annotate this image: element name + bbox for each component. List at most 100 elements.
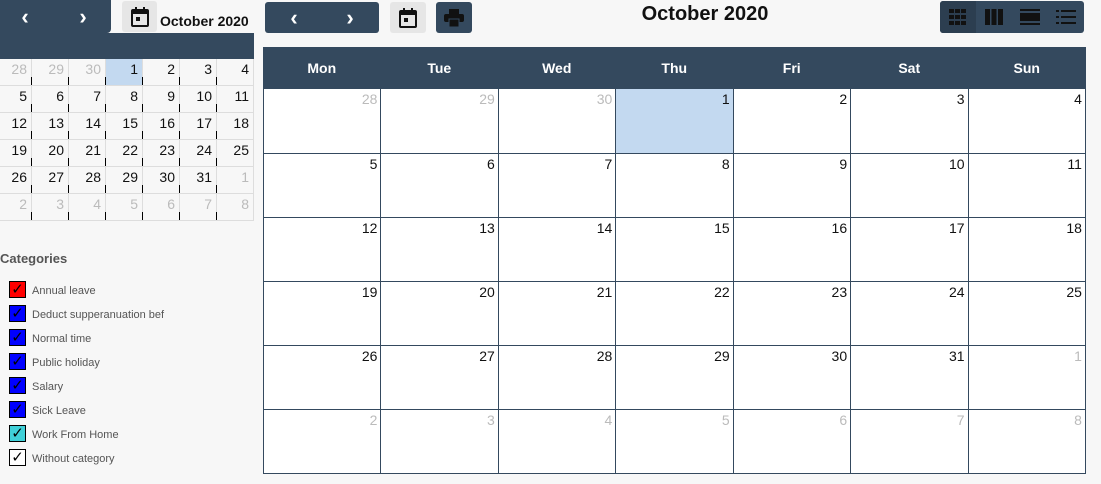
mini-day-cell[interactable]: 1	[105, 59, 143, 86]
day-cell[interactable]: 30	[499, 89, 617, 153]
day-cell[interactable]: 31	[851, 346, 969, 409]
day-cell[interactable]: 18	[969, 218, 1086, 281]
prev-month-button[interactable]: ‹	[279, 6, 309, 30]
day-cell[interactable]: 1	[616, 89, 734, 153]
mini-day-cell[interactable]: 30	[68, 59, 106, 86]
day-cell[interactable]: 5	[616, 410, 734, 473]
month-view-button[interactable]	[940, 1, 976, 33]
category-item[interactable]: ✓ Normal time	[9, 326, 91, 346]
mini-day-cell[interactable]: 14	[68, 113, 106, 140]
day-cell[interactable]: 23	[734, 282, 852, 345]
day-cell[interactable]: 26	[264, 346, 382, 409]
mini-today-button[interactable]	[122, 1, 157, 32]
mini-day-cell[interactable]: 24	[179, 140, 217, 167]
category-item[interactable]: ✓ Deduct supperanuation bef	[9, 302, 164, 322]
mini-day-cell[interactable]: 11	[216, 86, 254, 113]
day-cell[interactable]: 20	[381, 282, 499, 345]
day-cell[interactable]: 2	[264, 410, 382, 473]
day-cell[interactable]: 29	[616, 346, 734, 409]
mini-prev-month-button[interactable]: ‹	[10, 5, 40, 29]
day-cell[interactable]: 30	[734, 346, 852, 409]
mini-day-cell[interactable]: 17	[179, 113, 217, 140]
category-checkbox[interactable]: ✓	[9, 401, 26, 418]
mini-day-cell[interactable]: 26	[0, 167, 32, 194]
day-cell[interactable]: 24	[851, 282, 969, 345]
category-checkbox[interactable]: ✓	[9, 281, 26, 298]
next-month-button[interactable]: ›	[335, 6, 365, 30]
day-cell[interactable]: 4	[969, 89, 1086, 153]
mini-day-cell[interactable]: 6	[142, 194, 180, 221]
category-checkbox[interactable]: ✓	[9, 329, 26, 346]
mini-day-cell[interactable]: 2	[142, 59, 180, 86]
mini-day-cell[interactable]: 3	[179, 59, 217, 86]
mini-day-cell[interactable]: 29	[105, 167, 143, 194]
mini-day-cell[interactable]: 10	[179, 86, 217, 113]
day-cell[interactable]: 29	[381, 89, 499, 153]
mini-day-cell[interactable]: 7	[179, 194, 217, 221]
category-item[interactable]: ✓ Work From Home	[9, 422, 119, 442]
day-cell[interactable]: 19	[264, 282, 382, 345]
mini-day-cell[interactable]: 18	[216, 113, 254, 140]
mini-day-cell[interactable]: 1	[216, 167, 254, 194]
day-cell[interactable]: 11	[969, 154, 1086, 217]
mini-day-cell[interactable]: 6	[31, 86, 69, 113]
day-cell[interactable]: 6	[734, 410, 852, 473]
mini-day-cell[interactable]: 19	[0, 140, 32, 167]
category-item[interactable]: ✓ Without category	[9, 446, 115, 466]
mini-day-cell[interactable]: 8	[105, 86, 143, 113]
mini-day-cell[interactable]: 3	[31, 194, 69, 221]
day-cell[interactable]: 8	[969, 410, 1086, 473]
mini-day-cell[interactable]: 20	[31, 140, 69, 167]
mini-day-cell[interactable]: 30	[142, 167, 180, 194]
mini-day-cell[interactable]: 31	[179, 167, 217, 194]
mini-day-cell[interactable]: 12	[0, 113, 32, 140]
mini-day-cell[interactable]: 15	[105, 113, 143, 140]
category-checkbox[interactable]: ✓	[9, 353, 26, 370]
mini-day-cell[interactable]: 13	[31, 113, 69, 140]
mini-day-cell[interactable]: 25	[216, 140, 254, 167]
mini-day-cell[interactable]: 22	[105, 140, 143, 167]
day-cell[interactable]: 28	[499, 346, 617, 409]
today-button[interactable]	[390, 2, 426, 33]
day-cell[interactable]: 22	[616, 282, 734, 345]
day-cell[interactable]: 13	[381, 218, 499, 281]
mini-day-cell[interactable]: 4	[68, 194, 106, 221]
category-item[interactable]: ✓ Public holiday	[9, 350, 100, 370]
mini-day-cell[interactable]: 23	[142, 140, 180, 167]
category-item[interactable]: ✓ Salary	[9, 374, 63, 394]
mini-day-cell[interactable]: 16	[142, 113, 180, 140]
day-cell[interactable]: 28	[264, 89, 382, 153]
category-checkbox[interactable]: ✓	[9, 425, 26, 442]
day-cell[interactable]: 7	[499, 154, 617, 217]
mini-day-cell[interactable]: 28	[0, 59, 32, 86]
mini-day-cell[interactable]: 4	[216, 59, 254, 86]
category-item[interactable]: ✓ Annual leave	[9, 278, 96, 298]
day-view-button[interactable]	[1012, 1, 1048, 33]
day-cell[interactable]: 27	[381, 346, 499, 409]
mini-day-cell[interactable]: 9	[142, 86, 180, 113]
mini-day-cell[interactable]: 5	[105, 194, 143, 221]
day-cell[interactable]: 3	[381, 410, 499, 473]
category-checkbox[interactable]: ✓	[9, 377, 26, 394]
mini-day-cell[interactable]: 8	[216, 194, 254, 221]
day-cell[interactable]: 12	[264, 218, 382, 281]
mini-day-cell[interactable]: 29	[31, 59, 69, 86]
day-cell[interactable]: 6	[381, 154, 499, 217]
day-cell[interactable]: 3	[851, 89, 969, 153]
mini-day-cell[interactable]: 5	[0, 86, 32, 113]
category-checkbox[interactable]: ✓	[9, 305, 26, 322]
day-cell[interactable]: 5	[264, 154, 382, 217]
day-cell[interactable]: 17	[851, 218, 969, 281]
day-cell[interactable]: 21	[499, 282, 617, 345]
day-cell[interactable]: 7	[851, 410, 969, 473]
category-checkbox[interactable]: ✓	[9, 449, 26, 466]
week-view-button[interactable]	[976, 1, 1012, 33]
mini-day-cell[interactable]: 21	[68, 140, 106, 167]
mini-day-cell[interactable]: 27	[31, 167, 69, 194]
day-cell[interactable]: 2	[734, 89, 852, 153]
mini-next-month-button[interactable]: ›	[68, 5, 98, 29]
category-item[interactable]: ✓ Sick Leave	[9, 398, 86, 418]
print-button[interactable]	[436, 2, 472, 33]
day-cell[interactable]: 14	[499, 218, 617, 281]
mini-day-cell[interactable]: 28	[68, 167, 106, 194]
